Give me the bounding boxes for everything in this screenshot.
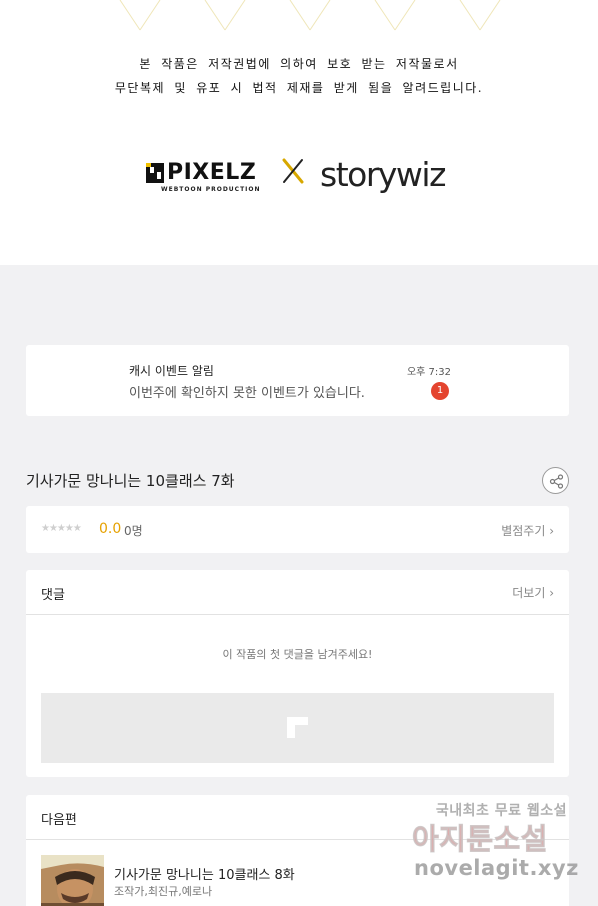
next-episode-section-title: 다음편 xyxy=(41,813,77,828)
rating-score: 0.0 xyxy=(99,521,122,537)
notification-badge: 1 xyxy=(431,382,449,400)
ad-placeholder-icon xyxy=(287,717,308,738)
notification-time: 오후 7:32 xyxy=(406,367,451,378)
pixelz-mark-icon xyxy=(146,163,164,183)
rating-card: ★★★★★ 0.0 0명 별점주기 › xyxy=(26,506,569,553)
copyright-line-1: 본 작품은 저작권법에 의하여 보호 받는 저작물로서 xyxy=(139,57,459,71)
share-icon xyxy=(549,474,564,489)
comments-title: 댓글 xyxy=(41,588,65,603)
copyright-notice: 본 작품은 저작권법에 의하여 보호 받는 저작물로서 무단복제 및 유포 시 … xyxy=(0,52,598,100)
decorative-pattern xyxy=(119,0,501,31)
pixelz-subtitle: WEBTOON PRODUCTION xyxy=(161,186,261,193)
brand-logos: PIXELZ WEBTOON PRODUCTION storywiz xyxy=(0,152,598,202)
next-episode-title: 기사가문 망나니는 10클래스 8화 xyxy=(114,868,295,883)
storywiz-logo: storywiz xyxy=(320,155,446,194)
copyright-section: 본 작품은 저작권법에 의하여 보호 받는 저작물로서 무단복제 및 유포 시 … xyxy=(0,0,598,265)
next-episode-authors: 조작가,최진규,예로나 xyxy=(114,885,213,898)
rating-count: 0명 xyxy=(124,524,143,538)
copyright-line-2: 무단복제 및 유포 시 법적 제재를 받게 됨을 알려드립니다. xyxy=(114,81,484,95)
pixelz-logo: PIXELZ WEBTOON PRODUCTION xyxy=(146,160,262,196)
watermark-line-2: 아지툰소설 xyxy=(412,822,548,857)
share-button[interactable] xyxy=(542,467,569,494)
comments-empty-message: 이 작품의 첫 댓글을 남겨주세요! xyxy=(222,648,373,661)
comments-more-link[interactable]: 더보기 › xyxy=(512,584,554,601)
watermark: 국내최초 무료 웹소설 아지툰소설 novelagit.xyz xyxy=(410,798,579,888)
notification-body: 이번주에 확인하지 못한 이벤트가 있습니다. xyxy=(129,386,365,401)
comments-card: 댓글 더보기 › 이 작품의 첫 댓글을 남겨주세요! xyxy=(26,570,569,777)
rating-stars: ★★★★★ xyxy=(41,523,82,534)
notification-title: 캐시 이벤트 알림 xyxy=(129,364,214,378)
x-logo-icon xyxy=(282,158,304,184)
rate-button[interactable]: 별점주기 › xyxy=(501,522,554,539)
notification-card[interactable]: 캐시 이벤트 알림 이번주에 확인하지 못한 이벤트가 있습니다. 오후 7:3… xyxy=(26,345,569,416)
next-episode-thumbnail[interactable] xyxy=(41,855,104,906)
watermark-line-3: novelagit.xyz xyxy=(414,856,579,880)
episode-title: 기사가문 망나니는 10클래스 7화 xyxy=(26,472,235,490)
comments-header: 댓글 더보기 › xyxy=(26,570,569,615)
ad-placeholder[interactable] xyxy=(41,693,554,763)
thumbnail-art xyxy=(41,855,104,906)
pixelz-name: PIXELZ xyxy=(167,160,257,185)
